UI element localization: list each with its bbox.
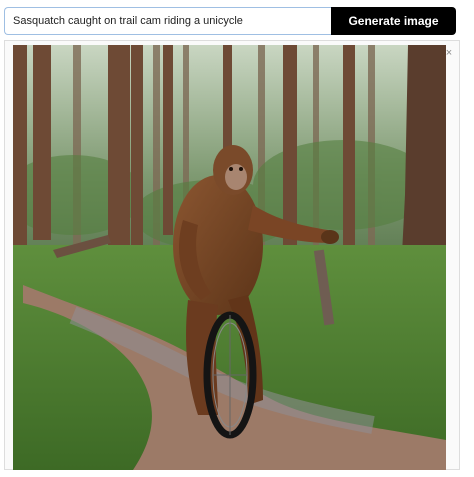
generate-image-button[interactable]: Generate image (331, 7, 456, 35)
prompt-bar: Generate image (4, 7, 456, 35)
prompt-input[interactable] (4, 7, 331, 35)
generated-image-card: × (4, 40, 460, 470)
close-icon[interactable]: × (443, 47, 455, 59)
generated-image (13, 45, 446, 470)
unicycle (203, 311, 257, 439)
